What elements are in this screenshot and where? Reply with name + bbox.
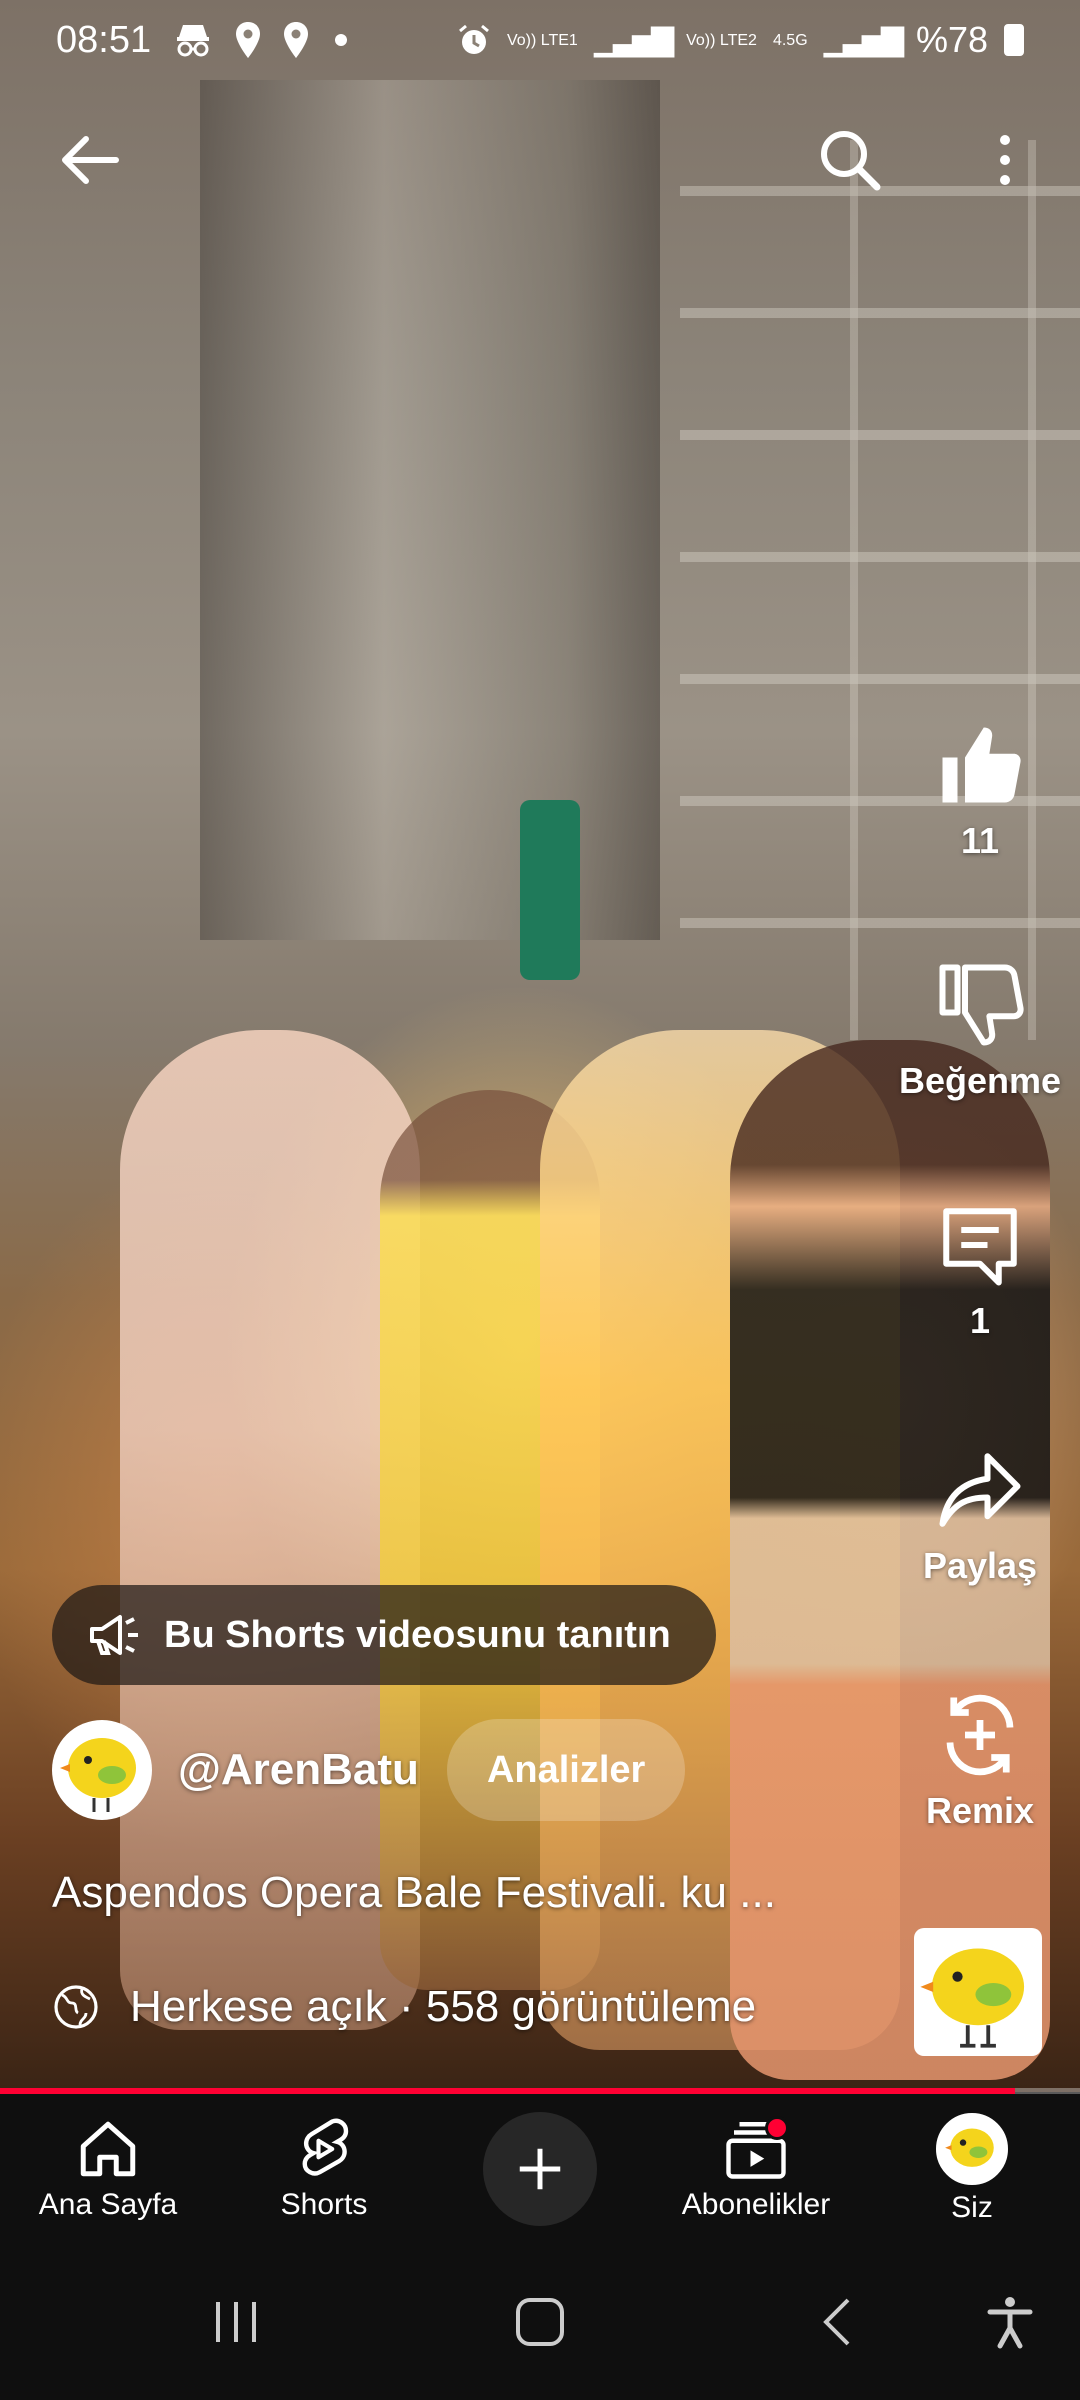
avatar-icon bbox=[936, 2113, 1008, 2185]
system-nav-bar bbox=[0, 2244, 1080, 2400]
thumb-down-icon bbox=[939, 964, 1024, 1046]
remix-source-thumbnail[interactable] bbox=[914, 1928, 1042, 2056]
home-system-button[interactable] bbox=[470, 2274, 610, 2370]
thumb-up-icon bbox=[942, 727, 1021, 803]
video-meta: Herkese açık · 558 görüntüleme bbox=[52, 1982, 756, 2032]
home-square-icon bbox=[516, 2298, 564, 2346]
nav-home[interactable]: Ana Sayfa bbox=[0, 2094, 216, 2244]
bottom-nav: Ana Sayfa Shorts Abonelikler Siz bbox=[0, 2094, 1080, 2244]
sim1-label: Vo)) LTE1 bbox=[506, 31, 578, 49]
recent-apps-button[interactable] bbox=[166, 2274, 306, 2370]
recent-apps-icon bbox=[216, 2302, 256, 2342]
nav-home-label: Ana Sayfa bbox=[38, 2188, 178, 2221]
location-icon bbox=[236, 22, 261, 58]
channel-row: @ArenBatu Analizler bbox=[52, 1718, 686, 1822]
megaphone-icon bbox=[90, 1615, 138, 1655]
status-time: 08:51 bbox=[56, 18, 152, 61]
chevron-left-icon bbox=[823, 2298, 850, 2346]
nav-subscriptions-label: Abonelikler bbox=[681, 2188, 831, 2221]
home-icon bbox=[80, 2121, 136, 2177]
nav-shorts[interactable]: Shorts bbox=[216, 2094, 432, 2244]
channel-handle[interactable]: @ArenBatu bbox=[178, 1745, 419, 1795]
share-button[interactable]: Paylaş bbox=[880, 1445, 1080, 1587]
search-button[interactable] bbox=[800, 110, 900, 210]
nav-subscriptions[interactable]: Abonelikler bbox=[648, 2094, 864, 2244]
sim2-label: Vo)) LTE2 bbox=[686, 31, 757, 49]
signal-icon: ▁▃▅▇ bbox=[593, 23, 674, 57]
video-green-object bbox=[520, 800, 580, 980]
remix-label: Remix bbox=[925, 1790, 1035, 1831]
nav-you[interactable]: Siz bbox=[864, 2094, 1080, 2244]
nav-create[interactable] bbox=[432, 2094, 648, 2244]
promote-short-button[interactable]: Bu Shorts videosunu tanıtın bbox=[52, 1585, 716, 1685]
comment-button[interactable]: 1 bbox=[880, 1200, 1080, 1342]
comment-count: 1 bbox=[969, 1300, 991, 1341]
net-type-label: 4.5G bbox=[772, 31, 808, 49]
nav-shorts-label: Shorts bbox=[280, 2188, 368, 2221]
top-bar bbox=[0, 110, 1080, 210]
shorts-icon bbox=[302, 2118, 349, 2176]
search-icon bbox=[821, 131, 881, 191]
more-vert-icon bbox=[1000, 135, 1010, 185]
dislike-label: Beğenme bbox=[898, 1060, 1062, 1101]
like-count: 11 bbox=[960, 820, 1000, 861]
dot-icon bbox=[335, 34, 348, 46]
share-icon bbox=[939, 1453, 1021, 1527]
analytics-button[interactable]: Analizler bbox=[446, 1719, 686, 1821]
chick-thumbnail-icon bbox=[920, 1948, 1025, 2048]
nav-you-label: Siz bbox=[951, 2191, 993, 2224]
promote-label: Bu Shorts videosunu tanıtın bbox=[164, 1613, 671, 1656]
remix-button[interactable]: Remix bbox=[880, 1690, 1080, 1832]
video-stone-wall bbox=[680, 140, 1080, 1040]
battery-icon bbox=[1004, 24, 1024, 56]
globe-icon bbox=[54, 1985, 98, 2029]
video-caption[interactable]: Aspendos Opera Bale Festivali. ku ... bbox=[52, 1868, 776, 1918]
location-icon bbox=[284, 22, 309, 58]
back-arrow-icon bbox=[62, 136, 119, 184]
comment-icon bbox=[943, 1208, 1017, 1286]
share-label: Paylaş bbox=[922, 1545, 1038, 1586]
dislike-button[interactable]: Beğenme bbox=[880, 960, 1080, 1102]
notification-dot bbox=[765, 2116, 789, 2140]
like-button[interactable]: 11 bbox=[880, 720, 1080, 862]
plus-icon bbox=[519, 2148, 561, 2190]
more-options-button[interactable] bbox=[955, 110, 1055, 210]
signal-icon: ▁▃▅▇ bbox=[823, 23, 904, 57]
accessibility-icon bbox=[987, 2297, 1033, 2349]
alarm-icon bbox=[459, 24, 489, 54]
back-system-button[interactable] bbox=[770, 2274, 910, 2370]
remix-icon bbox=[946, 1694, 1014, 1776]
create-button[interactable] bbox=[483, 2112, 597, 2226]
battery-text: %78 bbox=[915, 19, 988, 60]
incognito-icon bbox=[177, 25, 210, 57]
chick-avatar-icon bbox=[60, 1738, 136, 1812]
channel-avatar[interactable] bbox=[52, 1720, 152, 1820]
accessibility-button[interactable] bbox=[940, 2274, 1080, 2370]
status-bar: 08:51 Vo)) LTE1 ▁▃▅▇ Vo)) LTE2 4.5G ▁▃▅▇… bbox=[0, 0, 1080, 80]
visibility-views: Herkese açık · 558 görüntüleme bbox=[130, 1982, 757, 2031]
back-button[interactable] bbox=[40, 110, 140, 210]
